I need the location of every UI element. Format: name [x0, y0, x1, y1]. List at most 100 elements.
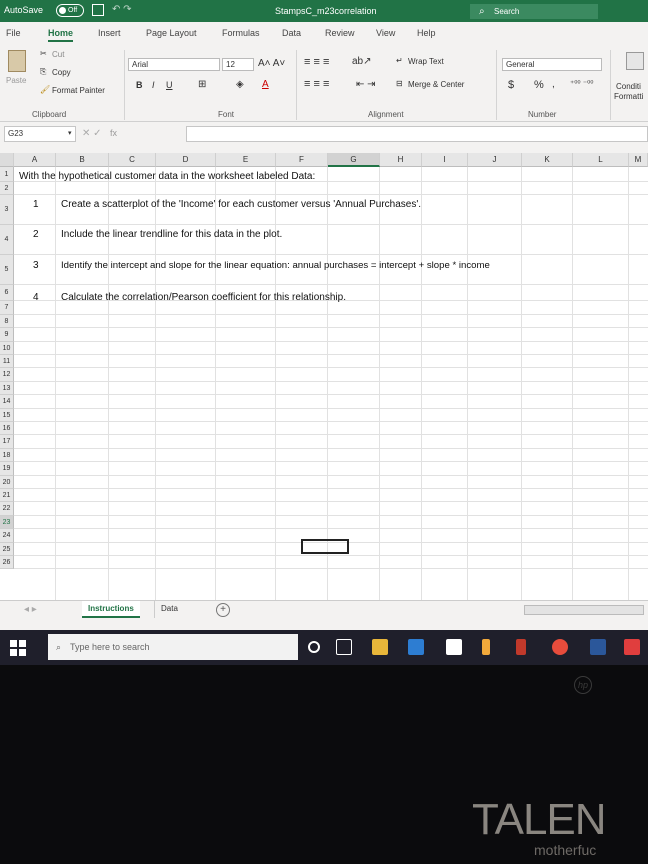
comma-style-icon[interactable]: ,: [552, 79, 555, 90]
acrobat-icon[interactable]: [624, 639, 640, 655]
add-sheet-button[interactable]: +: [216, 603, 230, 617]
column-header-k[interactable]: K: [522, 153, 573, 167]
row-header-13[interactable]: 13: [0, 381, 14, 396]
select-all-corner[interactable]: [0, 153, 14, 167]
chevron-down-icon[interactable]: ▾: [68, 129, 72, 137]
conditional-formatting-label-1[interactable]: Conditi: [616, 82, 641, 91]
tab-review[interactable]: Review: [325, 28, 355, 38]
font-color-icon[interactable]: A: [262, 79, 269, 90]
number-format-select[interactable]: General: [502, 58, 602, 71]
row-header-5[interactable]: 5: [0, 255, 14, 286]
app-icon[interactable]: [516, 639, 526, 655]
row-header-4[interactable]: 4: [0, 225, 14, 256]
column-header-b[interactable]: B: [56, 153, 109, 167]
worksheet-grid[interactable]: ABCDEFGHIJKLM 1 2 3 4 5 6 7 8 9 10 11 12 13 14 15 16 17 1…: [0, 153, 648, 600]
tab-home[interactable]: Home: [48, 28, 74, 42]
orientation-icon[interactable]: ab↗: [352, 56, 372, 67]
function-button[interactable]: fx: [110, 128, 117, 138]
column-header-d[interactable]: D: [156, 153, 216, 167]
column-header-i[interactable]: I: [422, 153, 468, 167]
row-header-6[interactable]: 6: [0, 285, 14, 302]
conditional-formatting-label-2[interactable]: Formatti: [614, 92, 643, 101]
font-name-select[interactable]: Arial: [128, 58, 220, 71]
sheet-tab-instructions[interactable]: Instructions: [82, 601, 140, 618]
row-header-11[interactable]: 11: [0, 355, 14, 369]
search-box[interactable]: ⌕ Search: [470, 4, 598, 19]
row-header-17[interactable]: 17: [0, 435, 14, 449]
column-header-f[interactable]: F: [276, 153, 328, 167]
task-view-icon[interactable]: [336, 639, 352, 655]
row-header-20[interactable]: 20: [0, 475, 14, 489]
row-header-16[interactable]: 16: [0, 422, 14, 436]
windows-start-icon[interactable]: [10, 640, 26, 656]
column-header-m[interactable]: M: [629, 153, 648, 167]
row-header-22[interactable]: 22: [0, 502, 14, 516]
row-header-9[interactable]: 9: [0, 328, 14, 342]
word-icon[interactable]: [590, 639, 606, 655]
row-header-12[interactable]: 12: [0, 368, 14, 382]
mail-icon[interactable]: [408, 639, 424, 655]
tab-help[interactable]: Help: [417, 28, 436, 38]
column-header-g[interactable]: G: [328, 153, 380, 167]
scroll-tabs-icon[interactable]: ◂ ▸: [24, 604, 37, 615]
column-header-j[interactable]: J: [468, 153, 522, 167]
column-header-l[interactable]: L: [573, 153, 629, 167]
dollar-app-icon[interactable]: [482, 639, 490, 655]
row-header-3[interactable]: 3: [0, 195, 14, 226]
decimal-icon[interactable]: ⁺⁰⁰ ⁻⁰⁰: [570, 79, 594, 88]
italic-button[interactable]: I: [152, 80, 155, 90]
row-header-23[interactable]: 23: [0, 515, 14, 530]
formula-input[interactable]: [186, 126, 648, 142]
column-header-e[interactable]: E: [216, 153, 276, 167]
column-header-h[interactable]: H: [380, 153, 422, 167]
sheet-tab-data[interactable]: Data: [154, 601, 184, 618]
horizontal-scrollbar[interactable]: [524, 605, 644, 615]
column-header-a[interactable]: A: [14, 153, 56, 167]
row-header-25[interactable]: 25: [0, 542, 14, 556]
copy-button[interactable]: Copy: [52, 68, 71, 77]
active-cell-g23[interactable]: [301, 539, 349, 554]
row-header-8[interactable]: 8: [0, 314, 14, 329]
column-header-c[interactable]: C: [109, 153, 156, 167]
row-header-14[interactable]: 14: [0, 395, 14, 409]
tab-file[interactable]: File: [6, 28, 21, 38]
row-header-2[interactable]: 2: [0, 182, 14, 196]
tab-page-layout[interactable]: Page Layout: [146, 28, 197, 38]
row-header-21[interactable]: 21: [0, 489, 14, 503]
tab-formulas[interactable]: Formulas: [222, 28, 260, 38]
tab-data[interactable]: Data: [282, 28, 301, 38]
row-header-1[interactable]: 1: [0, 167, 14, 182]
row-header-19[interactable]: 19: [0, 462, 14, 476]
underline-button[interactable]: U: [166, 80, 173, 90]
save-icon[interactable]: [92, 4, 104, 16]
align-left-icon[interactable]: ≡ ≡ ≡: [304, 78, 329, 90]
row-header-7[interactable]: 7: [0, 301, 14, 315]
bold-button[interactable]: B: [136, 80, 143, 90]
tab-insert[interactable]: Insert: [98, 28, 121, 38]
percent-button[interactable]: %: [534, 79, 544, 91]
undo-icon[interactable]: ↶ ↷: [112, 4, 132, 15]
cortana-icon[interactable]: [308, 641, 320, 653]
chrome-icon[interactable]: [552, 639, 568, 655]
merge-center-button[interactable]: Merge & Center: [408, 80, 464, 89]
indent-icon[interactable]: ⇤ ⇥: [356, 79, 376, 90]
row-header-10[interactable]: 10: [0, 341, 14, 355]
align-top-icon[interactable]: ≡ ≡ ≡: [304, 56, 329, 68]
cancel-icon[interactable]: ✕ ✓: [82, 128, 102, 139]
paste-button[interactable]: Paste: [6, 50, 30, 90]
font-grow-icon[interactable]: A˄ A˅: [258, 58, 285, 69]
fill-color-icon[interactable]: ◈: [236, 79, 244, 90]
borders-icon[interactable]: ⊞: [198, 79, 206, 90]
taskbar-search[interactable]: ⌕ Type here to search: [48, 634, 298, 660]
autosave-toggle[interactable]: Off: [56, 4, 84, 17]
format-painter-button[interactable]: Format Painter: [52, 86, 105, 95]
row-header-26[interactable]: 26: [0, 556, 14, 570]
name-box[interactable]: G23: [4, 126, 76, 142]
currency-button[interactable]: $: [508, 79, 514, 91]
file-explorer-icon[interactable]: [372, 639, 388, 655]
tab-view[interactable]: View: [376, 28, 395, 38]
amazon-icon[interactable]: [446, 639, 462, 655]
row-header-15[interactable]: 15: [0, 408, 14, 422]
font-size-select[interactable]: 12: [222, 58, 254, 71]
row-header-18[interactable]: 18: [0, 448, 14, 463]
